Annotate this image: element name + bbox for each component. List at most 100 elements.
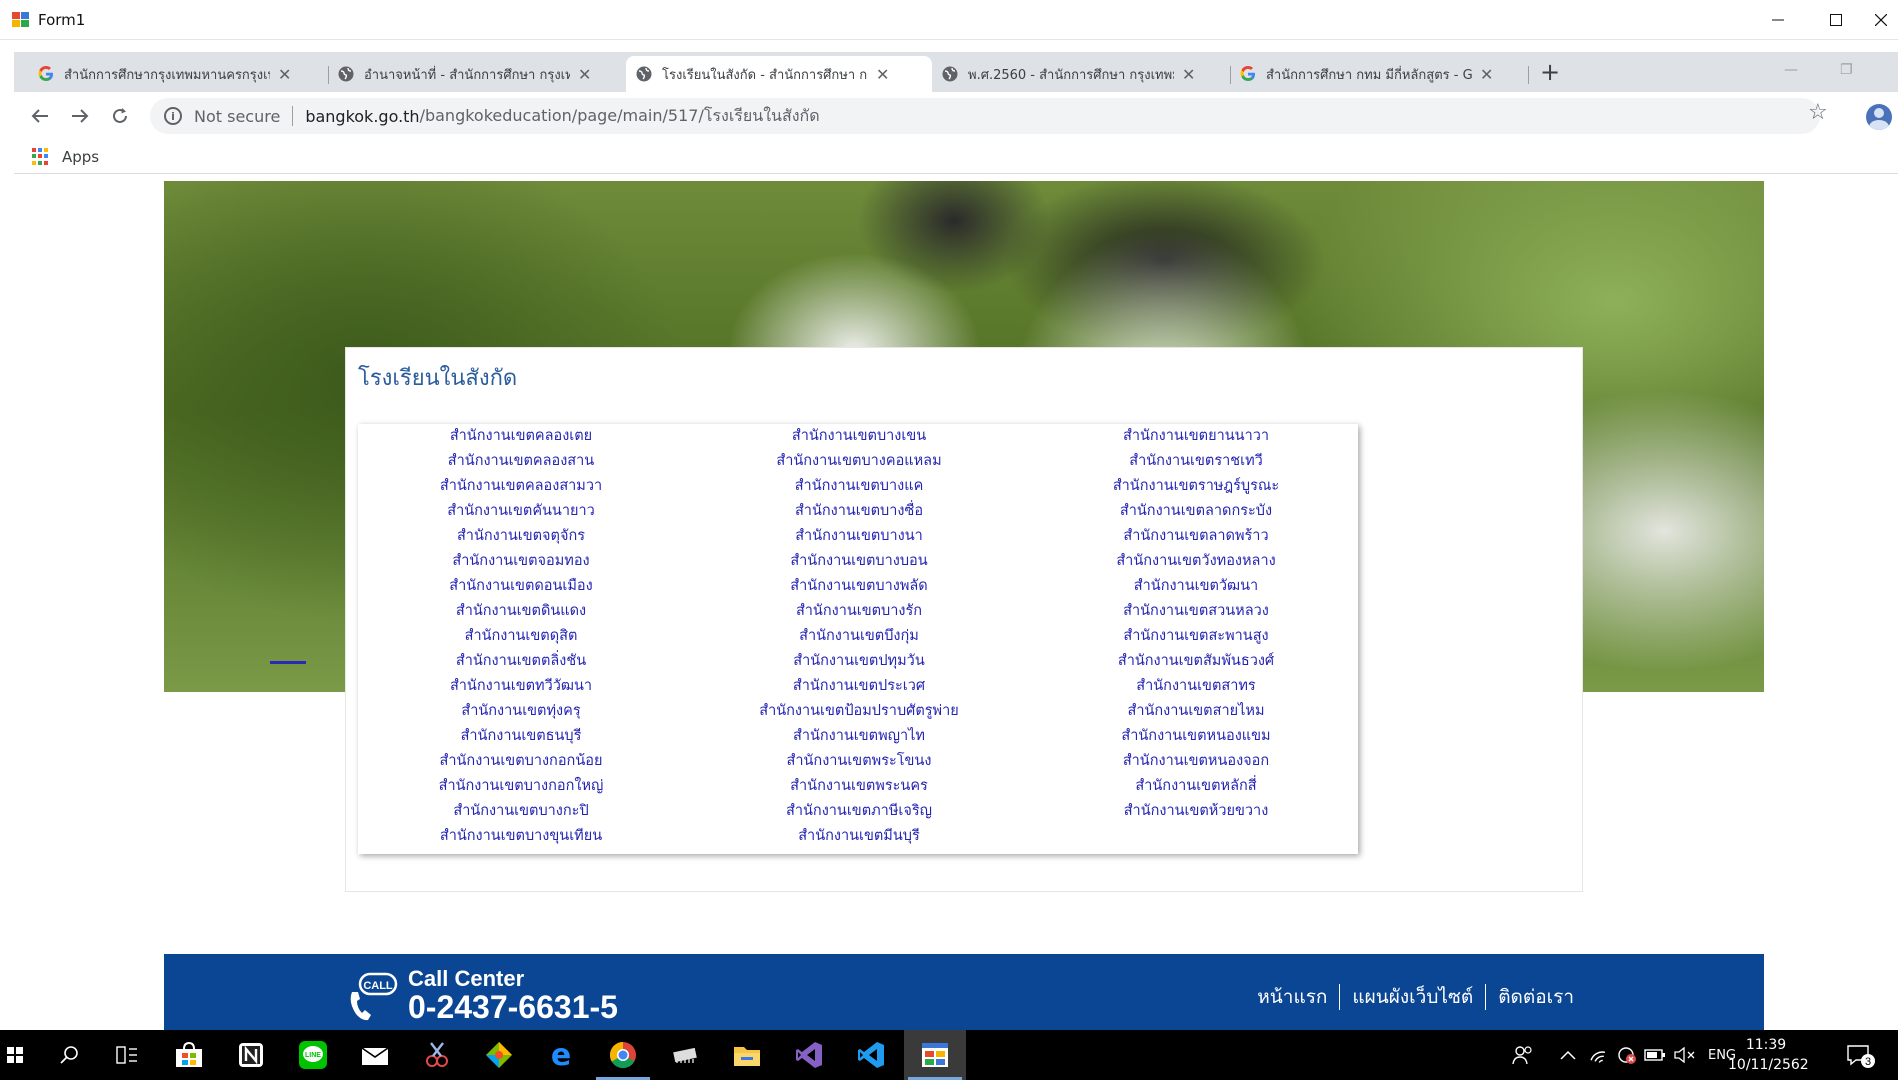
district-link[interactable]: สำนักงานเขตบางบอน	[790, 549, 927, 574]
chrome-app[interactable]	[592, 1030, 654, 1080]
call-center[interactable]: Call Center 0-2437-6631-5	[408, 968, 618, 1025]
district-link[interactable]: สำนักงานเขตลาดกระบัง	[1120, 499, 1272, 524]
district-link[interactable]: สำนักงานเขตบางรัก	[796, 599, 922, 624]
district-link[interactable]: สำนักงานเขตสวนหลวง	[1123, 599, 1269, 624]
district-link[interactable]: สำนักงานเขตบางกอกน้อย	[440, 749, 603, 774]
district-link[interactable]: สำนักงานเขตหนองแขม	[1121, 724, 1270, 749]
district-link[interactable]: สำนักงานเขตบึงกุ่ม	[799, 624, 919, 649]
tab-close-icon[interactable]: ✕	[278, 65, 291, 84]
district-link[interactable]: สำนักงานเขตสะพานสูง	[1123, 624, 1268, 649]
district-link[interactable]: สำนักงานเขตปทุมวัน	[793, 649, 924, 674]
district-link[interactable]: สำนักงานเขตสาทร	[1136, 674, 1255, 699]
mail-app[interactable]	[344, 1030, 406, 1080]
district-link[interactable]: สำนักงานเขตห้วยขวาง	[1124, 799, 1269, 824]
district-link[interactable]: สำนักงานเขตดินแดง	[456, 599, 586, 624]
district-link[interactable]: สำนักงานเขตจตุจักร	[457, 524, 585, 549]
district-link[interactable]: สำนักงานเขตบางนา	[795, 524, 923, 549]
district-link[interactable]: สำนักงานเขตคลองสามวา	[440, 474, 602, 499]
back-button[interactable]	[26, 102, 54, 130]
district-link[interactable]: สำนักงานเขตพระนคร	[790, 774, 928, 799]
district-link[interactable]: สำนักงานเขตบางเขน	[792, 424, 926, 449]
address-bar[interactable]: i Not secure bangkok.go.th/bangkokeducat…	[150, 98, 1820, 134]
forward-button[interactable]	[66, 102, 94, 130]
new-tab-button[interactable]: +	[1540, 58, 1560, 86]
district-link[interactable]: สำนักงานเขตวังทองหลาง	[1116, 549, 1275, 574]
apps-grid-icon[interactable]	[32, 147, 50, 166]
profile-avatar-icon[interactable]	[1866, 104, 1892, 130]
tab-4[interactable]: พ.ศ.2560 - สำนักการศึกษา กรุงเทพมหานคร ✕	[932, 56, 1230, 92]
line-app[interactable]: LINE	[282, 1030, 344, 1080]
git-app[interactable]	[468, 1030, 530, 1080]
start-button[interactable]	[0, 1030, 30, 1080]
district-link[interactable]: สำนักงานเขตภาษีเจริญ	[786, 799, 932, 824]
footer-link-contact[interactable]: ติดต่อเรา	[1498, 982, 1574, 1012]
volume-muted-icon[interactable]	[1672, 1030, 1698, 1080]
tab-3-active[interactable]: โรงเรียนในสังกัด - สำนักการศึกษา กรุงเทพ…	[626, 56, 932, 92]
district-link[interactable]: สำนักงานเขตบางขุนเทียน	[440, 824, 602, 849]
district-link[interactable]: สำนักงานเขตวัฒนา	[1134, 574, 1258, 599]
tray-chevron-up-icon[interactable]	[1556, 1030, 1580, 1080]
minimize-button[interactable]	[1750, 0, 1806, 40]
district-link[interactable]: สำนักงานเขตลาดพร้าว	[1123, 524, 1268, 549]
district-link[interactable]: สำนักงานเขตสายไหม	[1128, 699, 1265, 724]
close-window-button[interactable]	[1864, 0, 1898, 40]
battery-icon[interactable]	[1642, 1030, 1668, 1080]
tab-2[interactable]: อำนาจหน้าที่ - สำนักการศึกษา กรุงเทพมหาน…	[328, 56, 626, 92]
district-link[interactable]: สำนักงานเขตหลักสี่	[1135, 774, 1256, 799]
snip-app[interactable]	[406, 1030, 468, 1080]
info-icon[interactable]: i	[164, 107, 182, 125]
browser-restore-icon[interactable]: ❐	[1840, 62, 1853, 78]
district-link[interactable]: สำนักงานเขตคลองเตย	[450, 424, 592, 449]
task-view-button[interactable]	[96, 1030, 158, 1080]
reload-button[interactable]	[106, 102, 134, 130]
tab-close-icon[interactable]: ✕	[578, 65, 591, 84]
district-link[interactable]: สำนักงานเขตราชเทวี	[1129, 449, 1263, 474]
district-link[interactable]: สำนักงานเขตธนบุรี	[461, 724, 582, 749]
district-link[interactable]: สำนักงานเขตดุสิต	[465, 624, 578, 649]
district-link[interactable]: สำนักงานเขตทุ่งครุ	[461, 699, 580, 724]
district-link[interactable]: สำนักงานเขตคันนายาว	[447, 499, 595, 524]
wifi-icon[interactable]	[1586, 1030, 1612, 1080]
district-link[interactable]: สำนักงานเขตทวีวัฒนา	[450, 674, 592, 699]
district-link[interactable]: สำนักงานเขตพระโขนง	[787, 749, 932, 774]
file-explorer-app[interactable]	[716, 1030, 778, 1080]
district-link[interactable]: สำนักงานเขตบางซื่อ	[795, 499, 923, 524]
district-link[interactable]: สำนักงานเขตคลองสาน	[448, 449, 594, 474]
notion-app[interactable]	[220, 1030, 282, 1080]
tab-5[interactable]: สำนักการศึกษา กทม มีกี่หลักสูตร - Google…	[1230, 56, 1528, 92]
district-link[interactable]: สำนักงานเขตดอนเมือง	[449, 574, 592, 599]
system-clock[interactable]: 11:39 10/11/2562	[1728, 1035, 1809, 1075]
maximize-button[interactable]	[1808, 0, 1864, 40]
edge-app[interactable]: e	[530, 1030, 592, 1080]
footer-link-sitemap[interactable]: แผนผังเว็บไซต์	[1352, 982, 1473, 1012]
visual-studio-app[interactable]	[778, 1030, 840, 1080]
district-link[interactable]: สำนักงานเขตตลิ่งชัน	[456, 649, 586, 674]
tab-close-icon[interactable]: ✕	[1182, 65, 1195, 84]
district-link[interactable]: สำนักงานเขตพญาไท	[793, 724, 925, 749]
browser-minimize-icon[interactable]: —	[1784, 62, 1798, 78]
footer-link-home[interactable]: หน้าแรก	[1257, 982, 1327, 1012]
security-alert-icon[interactable]	[1614, 1030, 1640, 1080]
security-label[interactable]: Not secure	[194, 107, 280, 126]
district-link[interactable]: สำนักงานเขตประเวศ	[793, 674, 925, 699]
district-link[interactable]: สำนักงานเขตยานนาวา	[1123, 424, 1269, 449]
vscode-app[interactable]	[840, 1030, 902, 1080]
tab-close-icon[interactable]: ✕	[1480, 65, 1493, 84]
district-link[interactable]: สำนักงานเขตหนองจอก	[1123, 749, 1269, 774]
tab-close-icon[interactable]: ✕	[876, 65, 889, 84]
banner-slide-indicator[interactable]	[270, 661, 306, 664]
chip-app[interactable]	[654, 1030, 716, 1080]
bookmark-star-icon[interactable]: ☆	[1808, 100, 1828, 125]
district-link[interactable]: สำนักงานเขตบางพลัด	[790, 574, 927, 599]
people-icon[interactable]	[1508, 1030, 1538, 1080]
district-link[interactable]: สำนักงานเขตบางคอแหลม	[776, 449, 941, 474]
district-link[interactable]: สำนักงานเขตบางแค	[795, 474, 924, 499]
district-link[interactable]: สำนักงานเขตบางกอกใหญ่	[439, 774, 604, 799]
apps-bookmark[interactable]: Apps	[62, 148, 99, 166]
district-link[interactable]: สำนักงานเขตราษฎร์บูรณะ	[1113, 474, 1279, 499]
district-link[interactable]: สำนักงานเขตบางกะปิ	[453, 799, 588, 824]
tab-1[interactable]: สำนักการศึกษากรุงเทพมหานครกรุงเทพ ✕	[28, 56, 328, 92]
store-app[interactable]	[158, 1030, 220, 1080]
district-link[interactable]: สำนักงานเขตมีนบุรี	[798, 824, 920, 849]
action-center-button[interactable]: 3	[1840, 1030, 1880, 1080]
